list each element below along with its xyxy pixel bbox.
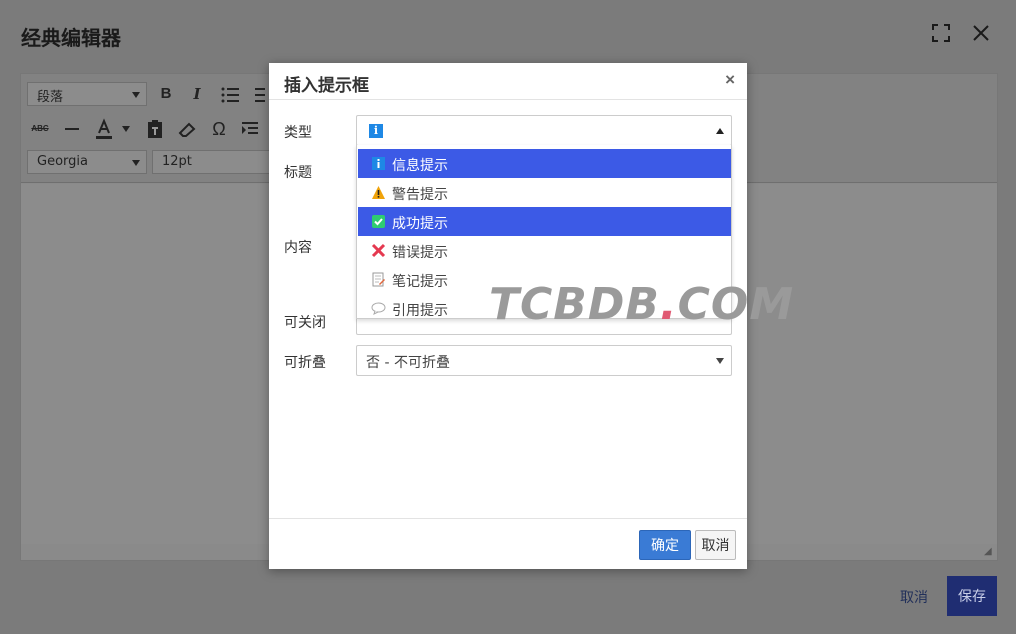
info-icon bbox=[372, 157, 385, 170]
special-char-button[interactable]: Ω bbox=[208, 118, 230, 140]
caret-down-icon bbox=[716, 358, 724, 364]
editor-cancel-button[interactable]: 取消 bbox=[900, 587, 928, 607]
success-icon bbox=[372, 215, 385, 228]
editor-title: 经典编辑器 bbox=[21, 26, 121, 50]
italic-button[interactable]: I bbox=[186, 83, 208, 105]
watermark: TCBDB.COM bbox=[489, 279, 795, 330]
dialog-footer: 确定 取消 bbox=[269, 518, 747, 569]
error-icon bbox=[371, 243, 386, 258]
option-label: 引用提示 bbox=[392, 303, 448, 319]
block-format-select[interactable]: 段落 bbox=[27, 82, 147, 106]
font-family-value: Georgia bbox=[37, 154, 88, 169]
horizontal-line-icon[interactable] bbox=[61, 118, 83, 140]
font-family-select[interactable]: Georgia bbox=[27, 150, 147, 174]
clear-format-icon[interactable] bbox=[176, 118, 198, 140]
dialog-header: 插入提示框 × bbox=[269, 63, 747, 100]
text-color-icon[interactable] bbox=[93, 118, 115, 140]
option-label: 成功提示 bbox=[392, 216, 448, 232]
resize-grip-icon[interactable]: ◢ bbox=[984, 547, 994, 557]
bullet-list-icon[interactable] bbox=[219, 84, 241, 106]
closable-label: 可关闭 bbox=[284, 315, 326, 331]
text-color-dropdown-icon[interactable] bbox=[122, 126, 130, 132]
fullscreen-icon[interactable] bbox=[930, 22, 952, 44]
option-success[interactable]: 成功提示 bbox=[358, 207, 731, 236]
numbered-list-icon[interactable] bbox=[253, 84, 265, 106]
paste-text-icon[interactable] bbox=[144, 118, 166, 140]
dialog-title: 插入提示框 bbox=[284, 76, 369, 96]
close-icon[interactable] bbox=[970, 22, 992, 44]
caret-up-icon bbox=[716, 128, 724, 134]
note-icon bbox=[372, 272, 385, 287]
font-size-select[interactable]: 12pt bbox=[152, 150, 270, 174]
dialog-cancel-button[interactable]: 取消 bbox=[695, 530, 736, 560]
option-label: 信息提示 bbox=[392, 158, 448, 174]
collapsible-label: 可折叠 bbox=[284, 355, 326, 371]
title-label: 标题 bbox=[284, 165, 312, 181]
font-size-value: 12pt bbox=[162, 154, 192, 169]
block-format-value: 段落 bbox=[37, 90, 64, 105]
option-warning[interactable]: 警告提示 bbox=[358, 178, 731, 207]
info-icon: i bbox=[369, 124, 383, 138]
option-label: 警告提示 bbox=[392, 187, 448, 203]
type-label: 类型 bbox=[284, 125, 312, 141]
quote-icon bbox=[371, 302, 386, 315]
collapsible-value: 否 - 不可折叠 bbox=[366, 355, 450, 371]
strikethrough-button[interactable]: ABC bbox=[29, 118, 51, 140]
type-select[interactable]: i bbox=[356, 115, 732, 146]
option-error[interactable]: 错误提示 bbox=[358, 236, 731, 265]
warning-icon bbox=[372, 186, 385, 199]
dialog-close-button[interactable]: × bbox=[725, 71, 735, 88]
option-label: 错误提示 bbox=[392, 245, 448, 261]
collapsible-select[interactable]: 否 - 不可折叠 bbox=[356, 345, 732, 376]
option-label: 笔记提示 bbox=[392, 274, 448, 290]
indent-icon[interactable] bbox=[239, 118, 261, 140]
dialog-ok-button[interactable]: 确定 bbox=[639, 530, 691, 560]
content-label: 内容 bbox=[284, 240, 312, 256]
editor-save-button[interactable]: 保存 bbox=[947, 576, 997, 616]
bold-button[interactable]: B bbox=[155, 83, 177, 105]
insert-callout-dialog: 插入提示框 × 类型 i 标题 内容 可关闭 可折叠 否 - 不可折叠 信息提示… bbox=[269, 63, 793, 569]
option-info[interactable]: 信息提示 bbox=[358, 149, 731, 178]
